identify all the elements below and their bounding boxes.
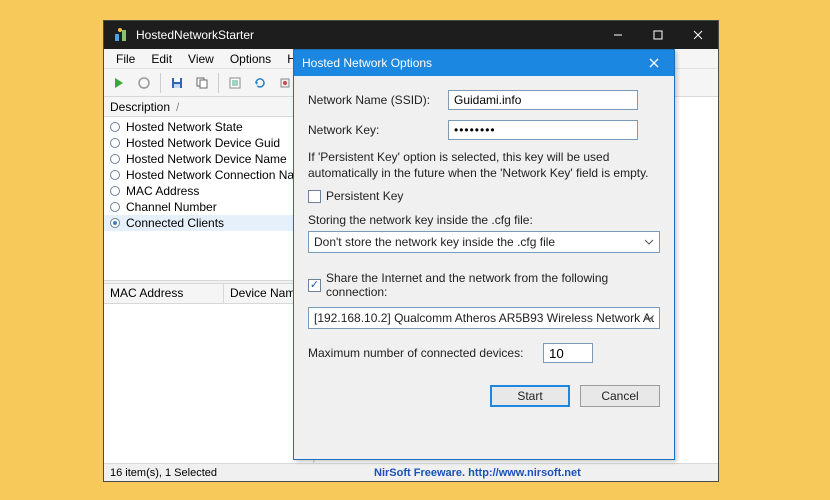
description-list[interactable]: Hosted Network State Hosted Network Devi… — [104, 117, 313, 280]
radio-icon — [110, 218, 120, 228]
chevron-down-icon — [643, 235, 655, 249]
dialog-close-button[interactable] — [634, 50, 674, 76]
dialog-titlebar: Hosted Network Options — [294, 50, 674, 76]
options-dialog: Hosted Network Options Network Name (SSI… — [293, 49, 675, 460]
close-button[interactable] — [678, 21, 718, 49]
play-icon[interactable] — [108, 72, 130, 94]
properties-icon[interactable] — [224, 72, 246, 94]
description-pane: Description / Hosted Network State Hoste… — [104, 97, 314, 463]
list-item-label: Channel Number — [126, 200, 217, 214]
list-item-label: MAC Address — [126, 184, 199, 198]
max-devices-label: Maximum number of connected devices: — [308, 346, 543, 360]
list-item-label: Connected Clients — [126, 216, 224, 230]
copy-icon[interactable] — [191, 72, 213, 94]
store-label: Storing the network key inside the .cfg … — [308, 213, 660, 227]
start-button[interactable]: Start — [490, 385, 570, 407]
menu-file[interactable]: File — [108, 50, 143, 68]
store-value: Don't store the network key inside the .… — [314, 235, 555, 249]
radio-icon — [110, 122, 120, 132]
stop-icon[interactable] — [133, 72, 155, 94]
list-item[interactable]: Hosted Network State — [104, 119, 313, 135]
share-internet-label: Share the Internet and the network from … — [326, 271, 660, 299]
list-item-label: Hosted Network State — [126, 120, 243, 134]
app-icon — [110, 24, 132, 46]
radio-icon — [110, 186, 120, 196]
titlebar: HostedNetworkStarter — [104, 21, 718, 49]
list-item-label: Hosted Network Device Name — [126, 152, 287, 166]
list-item[interactable]: Hosted Network Device Guid — [104, 135, 313, 151]
radio-icon — [110, 138, 120, 148]
grid-header: MAC Address Device Name — [104, 284, 313, 304]
toolbar-divider — [160, 73, 161, 93]
persistent-key-checkbox[interactable] — [308, 190, 321, 203]
ssid-input[interactable] — [448, 90, 638, 110]
maximize-button[interactable] — [638, 21, 678, 49]
list-item-label: Hosted Network Connection Name — [126, 168, 311, 182]
list-item-label: Hosted Network Device Guid — [126, 136, 280, 150]
menu-view[interactable]: View — [180, 50, 222, 68]
minimize-button[interactable] — [598, 21, 638, 49]
persistent-key-label: Persistent Key — [326, 189, 403, 203]
list-item[interactable]: Channel Number — [104, 199, 313, 215]
description-header[interactable]: Description / — [104, 97, 313, 117]
menu-options[interactable]: Options — [222, 50, 279, 68]
list-item[interactable]: MAC Address — [104, 183, 313, 199]
radio-icon — [110, 154, 120, 164]
max-devices-input[interactable] — [543, 343, 593, 363]
refresh-icon[interactable] — [249, 72, 271, 94]
radio-icon — [110, 202, 120, 212]
sort-indicator-icon: / — [176, 100, 179, 114]
status-link[interactable]: http://www.nirsoft.net — [468, 467, 581, 479]
share-internet-checkbox[interactable] — [308, 279, 321, 292]
list-item[interactable]: Connected Clients — [104, 215, 313, 231]
grid-body[interactable] — [104, 304, 313, 463]
network-key-input[interactable] — [448, 120, 638, 140]
column-header[interactable]: MAC Address — [104, 284, 224, 303]
menu-edit[interactable]: Edit — [143, 50, 180, 68]
radio-icon — [110, 170, 120, 180]
toolbar-divider — [218, 73, 219, 93]
list-item[interactable]: Hosted Network Device Name — [104, 151, 313, 167]
cancel-button[interactable]: Cancel — [580, 385, 660, 407]
connection-combobox[interactable]: [192.168.10.2] Qualcomm Atheros AR5B93 W… — [308, 307, 660, 329]
titlebar-text: HostedNetworkStarter — [136, 28, 254, 42]
status-vendor: NirSoft Freeware. — [374, 467, 465, 479]
ssid-label: Network Name (SSID): — [308, 93, 448, 107]
connection-value: [192.168.10.2] Qualcomm Atheros AR5B93 W… — [314, 311, 654, 325]
save-icon[interactable] — [166, 72, 188, 94]
store-combobox[interactable]: Don't store the network key inside the .… — [308, 231, 660, 253]
list-item[interactable]: Hosted Network Connection Name — [104, 167, 313, 183]
persistent-note: If 'Persistent Key' option is selected, … — [308, 150, 660, 181]
key-label: Network Key: — [308, 123, 448, 137]
description-label: Description — [110, 100, 170, 114]
dialog-title: Hosted Network Options — [302, 56, 432, 70]
statusbar: 16 item(s), 1 Selected NirSoft Freeware.… — [104, 463, 718, 481]
status-text: 16 item(s), 1 Selected — [110, 467, 217, 479]
chevron-down-icon — [643, 311, 655, 325]
